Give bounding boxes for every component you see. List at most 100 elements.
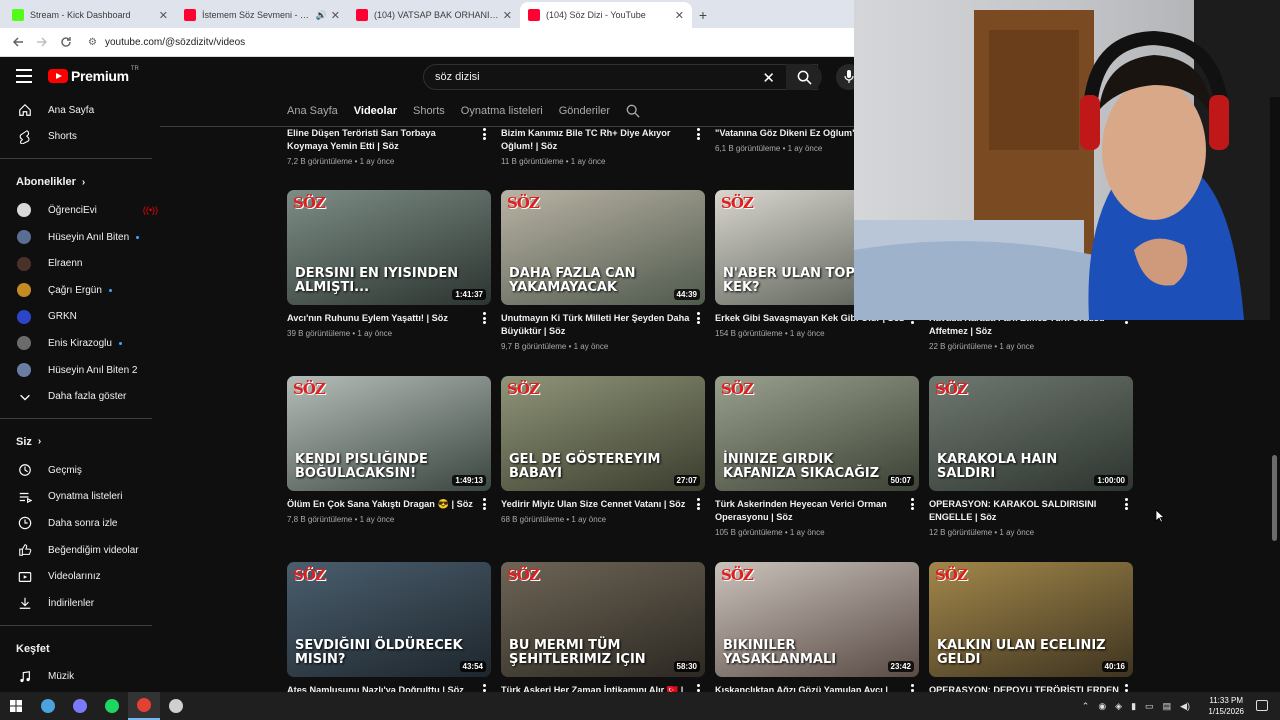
subscriptions-heading[interactable]: Abonelikler › <box>0 167 160 197</box>
volume-icon[interactable]: ◀) <box>1180 701 1190 712</box>
video-title[interactable]: Bizim Kanımız Bile TC Rh+ Diye Akıyor Oğ… <box>501 127 691 153</box>
chrome-icon[interactable] <box>128 692 160 720</box>
youtube-premium-logo[interactable]: Premium TR <box>48 66 139 84</box>
more-actions-icon[interactable] <box>693 312 703 326</box>
scrollbar-thumb[interactable] <box>1272 455 1277 541</box>
tray-overflow-icon[interactable]: ⌃ <box>1082 701 1090 712</box>
more-actions-icon[interactable] <box>907 498 917 512</box>
video-thumbnail[interactable]: SÖZ Gel de göstereyim babayı 27:07 <box>501 376 705 491</box>
subscription-item[interactable]: Elraenn <box>0 250 160 277</box>
obs-icon[interactable] <box>160 692 192 720</box>
close-tab-icon[interactable]: ✕ <box>331 9 340 22</box>
spotify-icon[interactable] <box>96 692 128 720</box>
sidebar-item[interactable]: Daha sonra izle <box>0 510 160 537</box>
clear-search-icon[interactable]: ✕ <box>762 69 775 87</box>
channel-search-icon[interactable] <box>626 104 640 118</box>
new-tab-button[interactable]: + <box>692 2 714 28</box>
sidebar-item[interactable]: Videolarınız <box>0 563 160 590</box>
close-tab-icon[interactable]: ✕ <box>159 9 168 22</box>
video-thumbnail[interactable]: SÖZ Bu mermi tüm şehitlerimiz için 58:30 <box>501 562 705 677</box>
video-title[interactable]: Eline Düşen Teröristi Sarı Torbaya Koyma… <box>287 127 477 153</box>
sidebar-item[interactable]: Ana Sayfa <box>0 97 160 124</box>
sidebar-item[interactable]: Beğendiğim videolar <box>0 537 160 564</box>
video-title[interactable]: OPERASYON: KARAKOL SALDIRISINI ENGELLE |… <box>929 498 1119 524</box>
video-title[interactable]: Türk Askerinden Heyecan Verici Orman Ope… <box>715 498 905 524</box>
windows-start-icon[interactable] <box>0 692 32 720</box>
sidebar-item[interactable]: Geçmiş <box>0 457 160 484</box>
more-actions-icon[interactable] <box>693 684 703 692</box>
video-thumbnail[interactable]: SÖZ Sevdiğini öldürecek misin? 43:54 <box>287 562 491 677</box>
search-input[interactable]: söz dizisi ✕ <box>423 64 818 90</box>
video-card[interactable]: SÖZ Kendi pisliğinde boğulacaksın! 1:49:13… <box>287 376 491 524</box>
video-card[interactable]: SÖZ İninize girdik kafanıza sıkacağız 50:0… <box>715 376 919 537</box>
video-card[interactable]: Eline Düşen Teröristi Sarı Torbaya Koyma… <box>287 127 491 166</box>
forward-icon[interactable] <box>30 30 54 54</box>
browser-tab[interactable]: (104) Söz Dizi - YouTube ✕ <box>520 2 692 28</box>
video-card[interactable]: SÖZ Daha fazla can yakamayacak 44:39 Unutma… <box>501 190 705 351</box>
sidebar-item[interactable]: İndirilenler <box>0 590 160 617</box>
back-icon[interactable] <box>6 30 30 54</box>
subscription-item[interactable]: Enis Kirazoglu <box>0 330 160 357</box>
subscription-item[interactable]: Hüseyin Anıl Biten <box>0 224 160 251</box>
steam-icon[interactable]: ◈ <box>1115 701 1122 712</box>
video-title[interactable]: OPERASYON: DEPOYU TERÖRİSTLERDEN <box>929 684 1119 692</box>
video-title[interactable]: Ateş Namlusunu Nazlı'ya Doğrulttu | Söz <box>287 684 477 692</box>
video-card[interactable]: Bizim Kanımız Bile TC Rh+ Diye Akıyor Oğ… <box>501 127 705 166</box>
video-thumbnail[interactable]: SÖZ Karakola hain saldırı 1:00:00 <box>929 376 1133 491</box>
clock[interactable]: 11:33 PM 1/15/2026 <box>1208 695 1244 717</box>
battery-icon[interactable]: ▭ <box>1145 701 1154 712</box>
video-card[interactable]: SÖZ Gel de göstereyim babayı 27:07 Yedirir … <box>501 376 705 524</box>
more-actions-icon[interactable] <box>693 128 703 142</box>
discord-icon[interactable]: ◉ <box>1098 701 1106 712</box>
sidebar-item[interactable]: Daha fazla göster <box>0 383 160 410</box>
tab-audio-icon[interactable]: 🔊 <box>316 10 327 21</box>
more-actions-icon[interactable] <box>1121 498 1131 512</box>
subscription-item[interactable]: Çağrı Ergün <box>0 277 160 304</box>
more-actions-icon[interactable] <box>1121 684 1131 692</box>
sidebar-item[interactable]: Müzik <box>0 664 160 691</box>
more-actions-icon[interactable] <box>479 498 489 512</box>
video-title[interactable]: Ölüm En Çok Sana Yakıştı Dragan 😎 | Söz <box>287 498 477 511</box>
channel-tab[interactable]: Gönderiler <box>559 105 610 117</box>
search-button[interactable] <box>786 64 822 90</box>
address-bar[interactable]: ⚙ youtube.com/@sözdizitv/videos <box>82 32 842 53</box>
channel-tab[interactable]: Shorts <box>413 105 445 117</box>
browser-tab[interactable]: İstemem Söz Sevmeni - YouTube🔊 ✕ <box>176 2 348 28</box>
subscription-item[interactable]: ÖğrenciEvi ((•)) <box>0 197 160 224</box>
sidebar-item[interactable]: Oynatma listeleri <box>0 484 160 511</box>
menu-icon[interactable] <box>16 69 32 83</box>
app-icon[interactable] <box>32 692 64 720</box>
video-title[interactable]: Türk Askeri Her Zaman İntikamını Alır 🇹🇷… <box>501 684 691 692</box>
browser-tab[interactable]: (104) VATSAP BAK ORHANIM | Sö ✕ <box>348 2 520 28</box>
video-card[interactable]: SÖZ Kalkın ulan eceliniz geldi 40:16 OPERAS… <box>929 562 1133 692</box>
video-thumbnail[interactable]: SÖZ Kalkın ulan eceliniz geldi 40:16 <box>929 562 1133 677</box>
close-tab-icon[interactable]: ✕ <box>503 9 512 22</box>
close-tab-icon[interactable]: ✕ <box>675 9 684 22</box>
channel-tab[interactable]: Videolar <box>354 105 397 117</box>
video-thumbnail[interactable]: SÖZ Daha fazla can yakamayacak 44:39 <box>501 190 705 305</box>
more-actions-icon[interactable] <box>479 312 489 326</box>
video-card[interactable]: SÖZ Bikiniler yasaklanmalı 23:42 Kıskançlık… <box>715 562 919 692</box>
more-actions-icon[interactable] <box>479 128 489 142</box>
video-title[interactable]: Kıskançlıktan Ağzı Gözü Yamulan Avcı | S… <box>715 684 905 692</box>
taskbar-app-icon[interactable] <box>64 692 96 720</box>
network-icon[interactable]: ▤ <box>1163 701 1172 712</box>
more-actions-icon[interactable] <box>479 684 489 692</box>
more-actions-icon[interactable] <box>693 498 703 512</box>
channel-tab[interactable]: Ana Sayfa <box>287 105 338 117</box>
video-thumbnail[interactable]: SÖZ Bikiniler yasaklanmalı 23:42 <box>715 562 919 677</box>
video-title[interactable]: Yedirir Miyiz Ulan Size Cennet Vatanı | … <box>501 498 691 511</box>
video-title[interactable]: Avcı'nın Ruhunu Eylem Yaşattı! | Söz <box>287 312 477 325</box>
channel-tab[interactable]: Oynatma listeleri <box>461 105 543 117</box>
notifications-icon[interactable] <box>1256 700 1268 711</box>
more-actions-icon[interactable] <box>907 684 917 692</box>
page-scrollbar[interactable] <box>1270 97 1280 692</box>
video-card[interactable]: SÖZ Karakola hain saldırı 1:00:00 OPERASYON… <box>929 376 1133 537</box>
subscription-item[interactable]: Hüseyin Anıl Biten 2 <box>0 357 160 384</box>
reload-icon[interactable] <box>54 30 78 54</box>
video-thumbnail[interactable]: SÖZ Kendi pisliğinde boğulacaksın! 1:49:13 <box>287 376 491 491</box>
browser-tab[interactable]: Stream - Kick Dashboard ✕ <box>4 2 176 28</box>
video-thumbnail[interactable]: SÖZ İninize girdik kafanıza sıkacağız 50:0… <box>715 376 919 491</box>
video-card[interactable]: SÖZ Bu mermi tüm şehitlerimiz için 58:30 Tü… <box>501 562 705 692</box>
site-info-icon[interactable]: ⚙ <box>88 37 97 48</box>
